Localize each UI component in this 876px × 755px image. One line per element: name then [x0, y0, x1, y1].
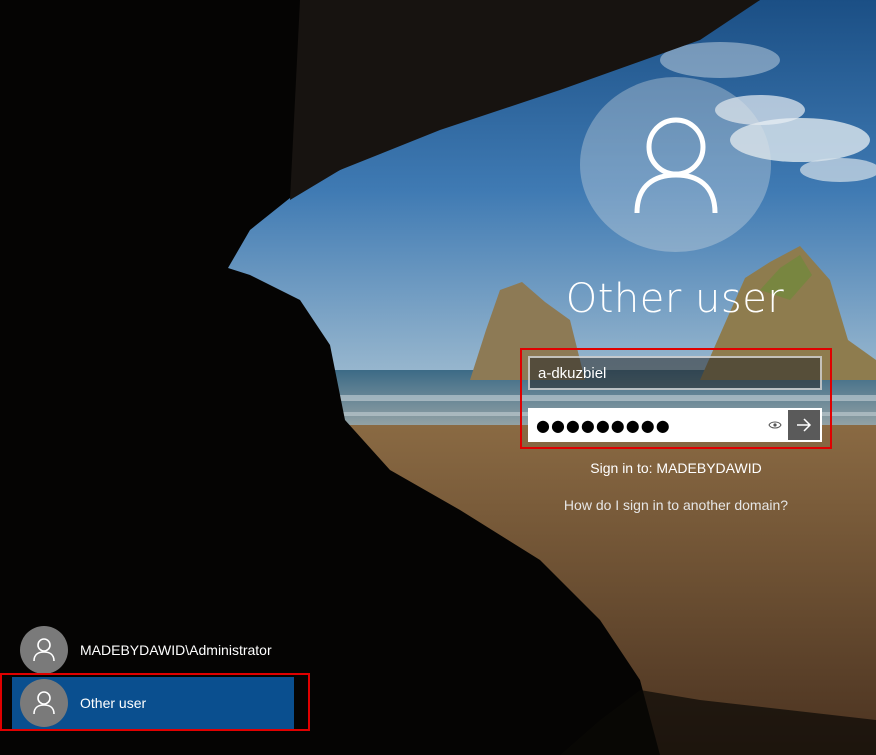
sign-in-domain-text: Sign in to: MADEBYDAWID: [590, 460, 762, 476]
other-domain-help-link[interactable]: How do I sign in to another domain?: [520, 497, 832, 513]
password-field: [528, 408, 822, 442]
arrow-right-icon: [797, 418, 812, 432]
user-tile-administrator[interactable]: MADEBYDAWID\Administrator: [12, 624, 294, 676]
submit-button[interactable]: [788, 410, 820, 440]
username-input[interactable]: [528, 356, 822, 390]
user-icon: [33, 638, 55, 662]
user-icon: [634, 117, 717, 213]
password-input[interactable]: [530, 410, 762, 440]
user-avatar-large: [580, 77, 771, 252]
other-user-highlight: [0, 673, 310, 731]
user-tile-avatar: [20, 626, 68, 674]
user-tile-label: MADEBYDAWID\Administrator: [80, 642, 272, 658]
eye-icon: [768, 421, 782, 429]
reveal-password-button[interactable]: [762, 410, 788, 440]
selected-user-name: Other user: [565, 276, 785, 322]
